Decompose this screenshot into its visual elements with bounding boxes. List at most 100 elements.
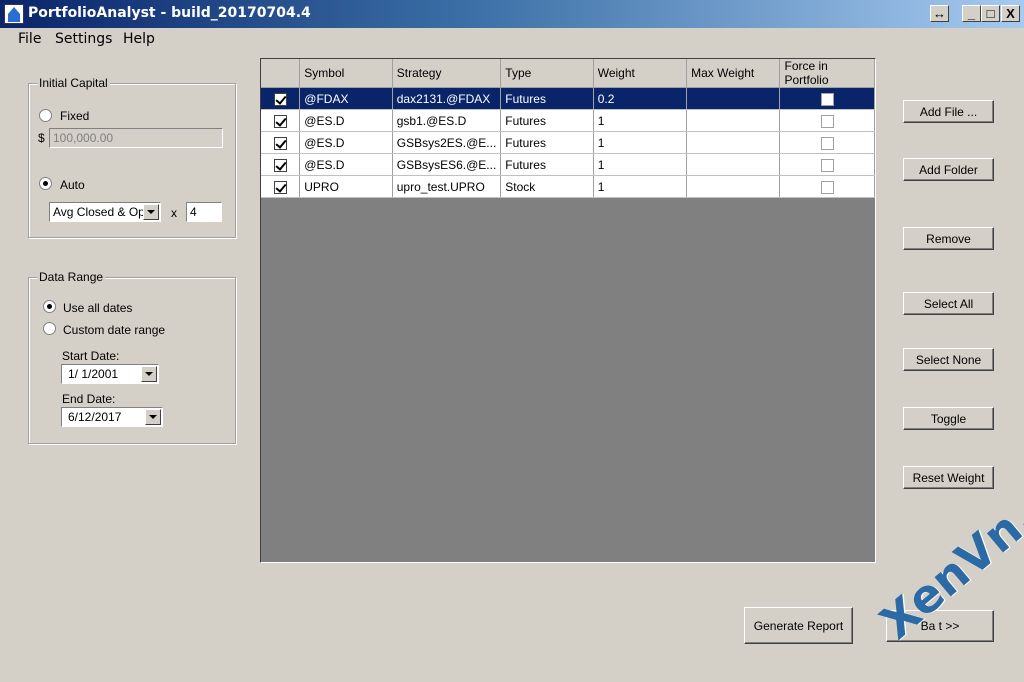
multiplier-label: x [171,206,177,220]
menu-help[interactable]: Help [123,31,155,47]
auto-method-select[interactable]: Avg Closed & Open [49,202,161,222]
cell-force [779,109,875,132]
column-header-select[interactable] [261,59,301,88]
cell-type[interactable]: Stock [500,175,594,198]
table-row[interactable]: @ES.D GSBsysES6.@E... Futures 1 [261,153,875,176]
force-checkbox[interactable] [820,180,834,194]
table-row[interactable]: @ES.D GSBsys2ES.@E... Futures 1 [261,131,875,154]
cell-weight[interactable]: 1 [593,109,688,132]
add-file-button[interactable]: Add File ... [903,100,994,123]
cell-type[interactable]: Futures [500,153,594,176]
cell-max-weight[interactable] [686,153,781,176]
row-checkbox[interactable] [273,114,287,128]
select-all-button[interactable]: Select All [903,292,994,315]
menu-bar: File Settings Help [0,29,1024,51]
column-header-force[interactable]: Force in Portfolio [779,59,875,88]
menu-settings[interactable]: Settings [55,31,112,47]
chevron-down-icon[interactable] [143,204,159,220]
table-header-row: Symbol Strategy Type Weight Max Weight F… [261,59,875,88]
start-date-picker[interactable]: 1/ 1/2001 [61,364,159,384]
fixed-label: Fixed [60,109,90,123]
window-title: PortfolioAnalyst - build_20170704.4 [28,5,311,21]
row-select-cell [261,109,301,132]
data-range-group: Data Range Use all dates Custom date ran… [28,270,236,444]
cell-force [779,175,875,198]
cell-strategy[interactable]: GSBsys2ES.@E... [392,131,502,154]
add-folder-button[interactable]: Add Folder [903,158,994,181]
force-checkbox[interactable] [820,158,834,172]
column-header-type[interactable]: Type [500,59,594,88]
cell-force [779,153,875,176]
title-bar: PortfolioAnalyst - build_20170704.4 ↔ _ … [0,0,1024,28]
table-row[interactable]: UPRO upro_test.UPRO Stock 1 [261,175,875,198]
column-header-max-weight[interactable]: Max Weight [686,59,781,88]
force-checkbox[interactable] [820,136,834,150]
cell-weight[interactable]: 1 [593,175,688,198]
row-checkbox[interactable] [273,92,287,106]
toggle-button[interactable]: Toggle [903,407,994,430]
cell-max-weight[interactable] [686,109,781,132]
cell-symbol[interactable]: @ES.D [299,153,393,176]
table-row[interactable]: @FDAX dax2131.@FDAX Futures 0.2 [261,87,875,110]
data-range-title: Data Range [37,270,106,284]
cell-max-weight[interactable] [686,87,781,110]
row-select-cell [261,131,301,154]
cell-force [779,87,875,110]
start-date-label: Start Date: [62,349,120,363]
custom-range-radio[interactable] [43,322,56,335]
cell-strategy[interactable]: gsb1.@ES.D [392,109,502,132]
select-none-button[interactable]: Select None [903,348,994,371]
row-checkbox[interactable] [273,136,287,150]
cell-weight[interactable]: 0.2 [593,87,688,110]
close-button[interactable]: X [1001,5,1020,22]
column-header-symbol[interactable]: Symbol [299,59,393,88]
auto-radio[interactable] [39,177,52,190]
cell-symbol[interactable]: @FDAX [299,87,393,110]
force-checkbox[interactable] [820,92,834,106]
cell-symbol[interactable]: UPRO [299,175,393,198]
app-icon [4,4,24,24]
use-all-dates-label: Use all dates [63,301,133,315]
cell-max-weight[interactable] [686,175,781,198]
end-date-value: 6/12/2017 [68,410,122,424]
reset-weight-button[interactable]: Reset Weight [903,466,994,489]
start-date-value: 1/ 1/2001 [68,367,119,381]
cell-weight[interactable]: 1 [593,153,688,176]
cell-strategy[interactable]: dax2131.@FDAX [392,87,502,110]
chevron-down-icon[interactable] [145,409,161,425]
end-date-label: End Date: [62,392,116,406]
end-date-picker[interactable]: 6/12/2017 [61,407,163,427]
cell-type[interactable]: Futures [500,109,594,132]
initial-capital-group: Initial Capital Fixed $ 100,000.00 Auto … [28,76,236,238]
cell-weight[interactable]: 1 [593,131,688,154]
remove-button[interactable]: Remove [903,227,994,250]
row-select-cell [261,175,301,198]
cell-max-weight[interactable] [686,131,781,154]
cell-symbol[interactable]: @ES.D [299,131,393,154]
table-row[interactable]: @ES.D gsb1.@ES.D Futures 1 [261,109,875,132]
fixed-capital-input[interactable]: 100,000.00 [49,128,223,148]
menu-file[interactable]: File [18,31,41,47]
generate-report-button[interactable]: Generate Report [744,607,853,644]
cell-symbol[interactable]: @ES.D [299,109,393,132]
cell-strategy[interactable]: upro_test.UPRO [392,175,502,198]
use-all-dates-radio[interactable] [43,300,56,313]
cell-type[interactable]: Futures [500,131,594,154]
row-checkbox[interactable] [273,180,287,194]
strategy-grid[interactable]: Symbol Strategy Type Weight Max Weight F… [260,58,876,563]
initial-capital-title: Initial Capital [37,76,110,90]
restore-arrows-icon[interactable]: ↔ [930,5,949,22]
column-header-strategy[interactable]: Strategy [392,59,502,88]
chevron-down-icon[interactable] [141,366,157,382]
row-select-cell [261,153,301,176]
cell-force [779,131,875,154]
minimize-button[interactable]: _ [962,5,981,22]
column-header-weight[interactable]: Weight [593,59,688,88]
fixed-radio[interactable] [39,109,52,122]
row-checkbox[interactable] [273,158,287,172]
maximize-button[interactable]: □ [981,5,1000,22]
cell-type[interactable]: Futures [500,87,594,110]
multiplier-input[interactable]: 4 [186,202,222,222]
force-checkbox[interactable] [820,114,834,128]
cell-strategy[interactable]: GSBsysES6.@E... [392,153,502,176]
